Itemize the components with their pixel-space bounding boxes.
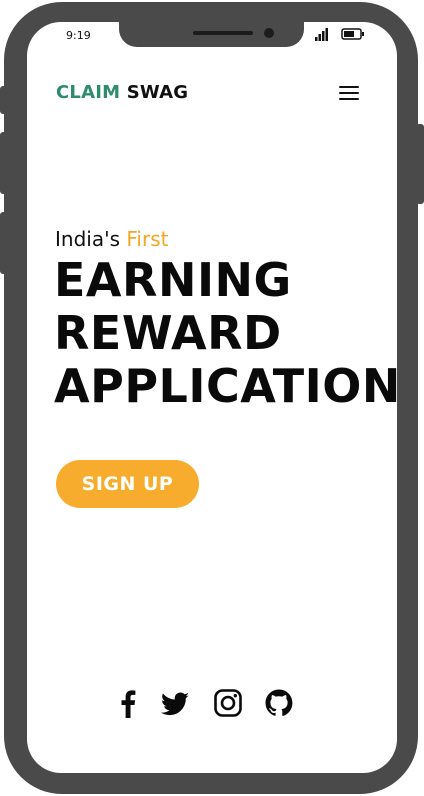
navbar: CLAIM SWAG [27,80,397,110]
hero-subtitle-prefix: India's [55,227,127,251]
phone-screen: 9:19 CLAIM SWAG India's First EARNING RE… [27,22,397,773]
instagram-icon[interactable] [213,688,243,718]
battery-icon [341,28,364,40]
hero-title: EARNING REWARD APPLICATION [54,254,397,413]
facebook-icon[interactable] [113,688,143,718]
social-links [27,688,397,724]
front-camera [264,28,274,38]
speaker-grille [193,31,253,35]
github-icon[interactable] [264,688,294,718]
hero-subtitle: India's First [55,227,168,251]
hero-subtitle-accent: First [126,227,169,251]
notch [119,22,304,47]
brand-text-claim: CLAIM [56,82,121,103]
twitter-icon[interactable] [160,688,190,718]
hero-title-line: REWARD [54,306,282,360]
signal-icon [315,28,328,41]
hero-title-line: APPLICATION [54,359,397,413]
brand-text-swag: SWAG [120,82,189,103]
status-icons [315,28,364,41]
status-time: 9:19 [66,29,91,42]
signup-button[interactable]: SIGN UP [56,460,199,508]
hero-title-line: EARNING [54,253,292,307]
brand-logo[interactable]: CLAIM SWAG [56,82,188,103]
hamburger-menu-icon[interactable] [337,83,361,103]
device-mockup: 9:19 CLAIM SWAG India's First EARNING RE… [0,0,424,796]
